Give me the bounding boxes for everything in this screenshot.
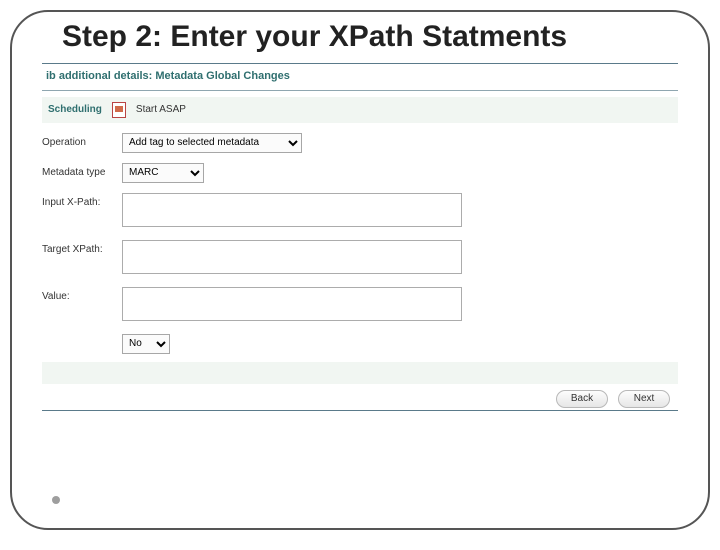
app-frame: ib additional details: Metadata Global C… bbox=[42, 63, 678, 411]
last-row: No bbox=[42, 334, 678, 354]
last-label bbox=[42, 334, 114, 338]
footer-bar bbox=[42, 362, 678, 384]
last-select[interactable]: No bbox=[122, 334, 170, 354]
metadata-type-label: Metadata type bbox=[42, 163, 114, 178]
target-xpath-row: Target XPath: bbox=[42, 240, 678, 277]
bullet-icon bbox=[52, 496, 60, 504]
operation-select[interactable]: Add tag to selected metadata bbox=[122, 133, 302, 153]
scheduling-text: Start ASAP bbox=[136, 104, 186, 115]
form-area: Scheduling Start ASAP Operation Add tag … bbox=[42, 91, 678, 410]
value-row: Value: bbox=[42, 287, 678, 324]
button-row: Back Next bbox=[42, 384, 678, 410]
value-label: Value: bbox=[42, 287, 114, 302]
metadata-type-row: Metadata type MARC bbox=[42, 163, 678, 183]
slide-title: Step 2: Enter your XPath Statments bbox=[42, 16, 678, 61]
input-xpath-textarea[interactable] bbox=[122, 193, 462, 227]
value-textarea[interactable] bbox=[122, 287, 462, 321]
back-button[interactable]: Back bbox=[556, 390, 608, 408]
scheduling-label: Scheduling bbox=[48, 104, 102, 115]
input-xpath-label: Input X-Path: bbox=[42, 193, 114, 208]
operation-label: Operation bbox=[42, 133, 114, 148]
pdf-icon[interactable] bbox=[112, 102, 126, 118]
next-button[interactable]: Next bbox=[618, 390, 670, 408]
operation-row: Operation Add tag to selected metadata bbox=[42, 133, 678, 153]
scheduling-row: Scheduling Start ASAP bbox=[42, 97, 678, 123]
input-xpath-row: Input X-Path: bbox=[42, 193, 678, 230]
target-xpath-label: Target XPath: bbox=[42, 240, 114, 255]
target-xpath-textarea[interactable] bbox=[122, 240, 462, 274]
breadcrumb: ib additional details: Metadata Global C… bbox=[42, 64, 678, 91]
slide-frame: Step 2: Enter your XPath Statments ib ad… bbox=[10, 10, 710, 530]
metadata-type-select[interactable]: MARC bbox=[122, 163, 204, 183]
